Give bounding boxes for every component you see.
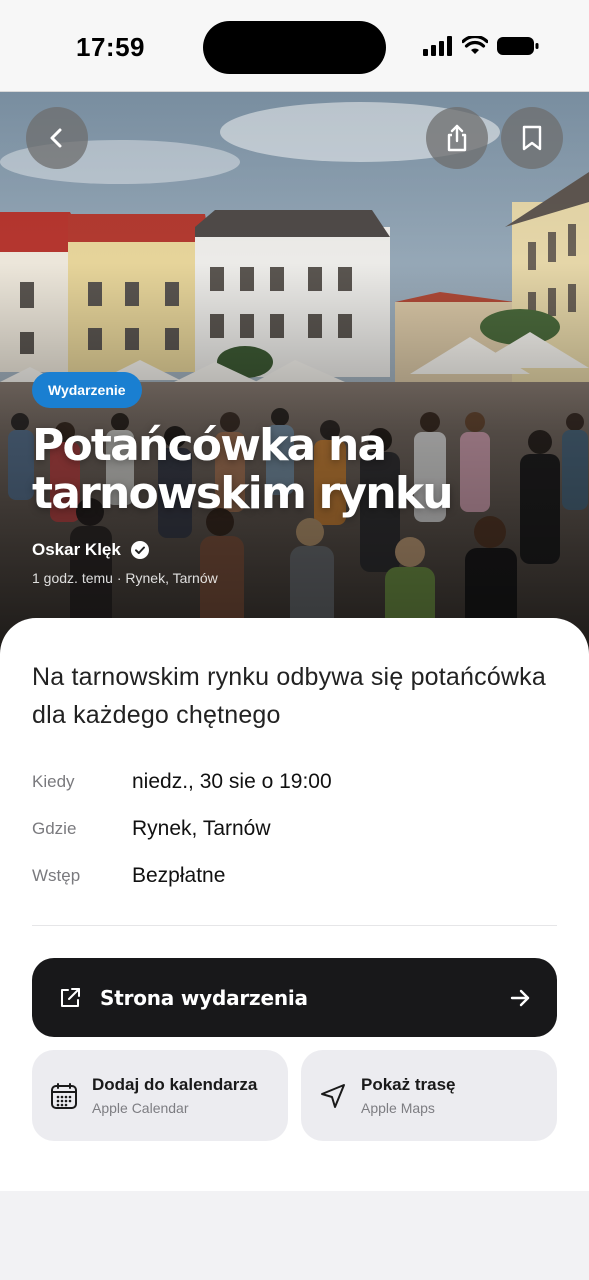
detail-value: niedz., 30 sie o 19:00: [132, 770, 332, 793]
chevron-left-icon: [50, 128, 62, 148]
event-page-label: Strona wydarzenia: [100, 985, 308, 1010]
detail-label: Kiedy: [32, 772, 75, 791]
calendar-text: Dodaj do kalendarza Apple Calendar: [92, 1075, 257, 1116]
share-icon: [447, 124, 467, 152]
status-bar: 17:59: [0, 0, 589, 92]
external-link-icon: [61, 987, 80, 1007]
event-title: Potańcówka na tarnowskim rynku: [32, 420, 454, 519]
signal-icon: [423, 36, 452, 56]
time-ago: 1 godz. temu: [32, 570, 113, 586]
route-subtitle: Apple Maps: [361, 1100, 435, 1116]
route-title: Pokaż trasę: [361, 1075, 456, 1094]
calendar-subtitle: Apple Calendar: [92, 1100, 189, 1116]
battery-icon: [497, 37, 539, 55]
route-text: Pokaż trasę Apple Maps: [361, 1075, 456, 1116]
bookmark-icon: [522, 125, 542, 151]
navigation-arrow-icon: [321, 1083, 345, 1108]
meta-location: Rynek, Tarnów: [125, 570, 218, 586]
detail-label: Gdzie: [32, 819, 77, 838]
detail-value: Rynek, Tarnów: [132, 817, 271, 840]
meta-separator: ·: [116, 570, 122, 586]
bottom-area: [0, 1191, 589, 1280]
show-route-button[interactable]: Pokaż trasę Apple Maps: [301, 1050, 557, 1141]
author-name: Oskar Klęk: [32, 540, 121, 559]
share-button[interactable]: [426, 107, 488, 169]
hero-image: Wydarzenie Potańcówka na tarnowskim rynk…: [0, 92, 589, 662]
calendar-title: Dodaj do kalendarza: [92, 1075, 258, 1094]
verified-icon: [130, 541, 149, 559]
arrow-right-icon: [510, 989, 530, 1006]
bookmark-button[interactable]: [501, 107, 563, 169]
detail-value: Bezpłatne: [132, 864, 226, 887]
event-page-button[interactable]: Strona wydarzenia: [32, 958, 557, 1037]
status-icons: [423, 36, 539, 56]
category-badge: Wydarzenie: [32, 372, 142, 408]
detail-when: Kiedy niedz., 30 sie o 19:00: [32, 770, 332, 794]
status-time: 17:59: [76, 32, 145, 62]
detail-label: Wstęp: [32, 866, 81, 885]
dynamic-island: [203, 21, 386, 74]
author-row[interactable]: Oskar Klęk: [32, 540, 149, 560]
detail-where: Gdzie Rynek, Tarnów: [32, 817, 271, 841]
back-button[interactable]: [26, 107, 88, 169]
event-summary: Na tarnowskim rynku odbywa się potańcówk…: [32, 663, 546, 729]
add-to-calendar-button[interactable]: Dodaj do kalendarza Apple Calendar: [32, 1050, 288, 1141]
event-details-sheet: Na tarnowskim rynku odbywa się potańcówk…: [0, 618, 589, 1191]
wifi-icon: [462, 36, 488, 54]
detail-entry: Wstęp Bezpłatne: [32, 864, 225, 888]
calendar-icon: [51, 1082, 77, 1109]
post-meta: 1 godz. temu · Rynek, Tarnów: [32, 570, 218, 586]
divider: [32, 925, 557, 926]
